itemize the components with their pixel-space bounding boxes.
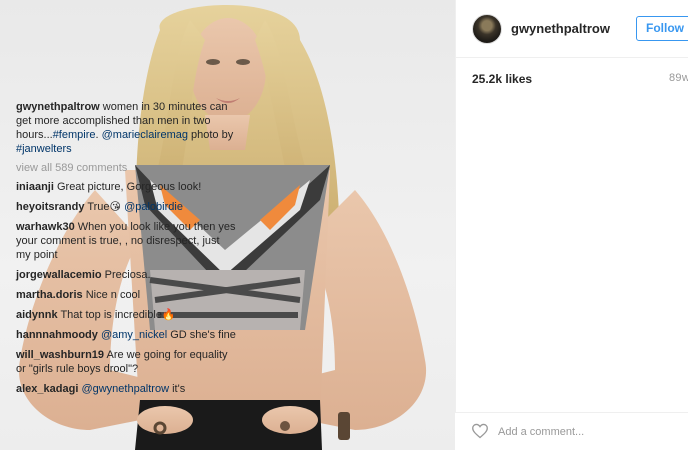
comment-username[interactable]: jorgewallacemio xyxy=(16,269,102,281)
caption-hashtag[interactable]: #fempire xyxy=(53,129,96,141)
likes-count[interactable]: 25.2k likes xyxy=(472,72,532,86)
comment-item: alex_kadagi @gwynethpaltrow it's xyxy=(16,382,236,396)
comment-text: That top is incredible🔥 xyxy=(60,309,176,321)
comment-item: hannnahmoody @amy_nickel GD she's fine xyxy=(16,328,236,342)
comment-username[interactable]: will_washburn19 xyxy=(16,349,104,361)
post-time[interactable]: 89w xyxy=(669,72,688,84)
view-all-comments-link[interactable]: view all 589 comments xyxy=(16,161,236,175)
comment-item: will_washburn19 Are we going for equalit… xyxy=(16,348,236,376)
comment-text: Great picture, Gorgeous look! xyxy=(56,181,202,193)
comment-item: martha.doris Nice n cool xyxy=(16,288,236,302)
comment-username[interactable]: martha.doris xyxy=(16,289,83,301)
caption-mention[interactable]: @marieclairemag xyxy=(102,129,188,141)
comment-item: iniaanji Great picture, Gorgeous look! xyxy=(16,180,236,194)
comment-text: Preciosa. xyxy=(104,269,151,281)
comment-mention[interactable]: @palobirdie xyxy=(124,201,183,213)
comment-username[interactable]: iniaanji xyxy=(16,181,54,193)
add-comment-bar xyxy=(455,412,688,450)
caption-hashtag[interactable]: #janwelters xyxy=(16,143,72,155)
comment-text: True😘 xyxy=(87,201,122,213)
caption-username[interactable]: gwynethpaltrow xyxy=(16,101,100,113)
follow-button[interactable]: Follow xyxy=(636,16,688,41)
caption-photo-by: photo by xyxy=(187,129,234,141)
comment-item: heyoitsrandy True😘 @palobirdie xyxy=(16,200,236,214)
comment-text: Nice n cool xyxy=(85,289,141,301)
heart-outline-icon[interactable] xyxy=(471,423,489,444)
profile-avatar[interactable] xyxy=(472,13,502,44)
post-stats: 25.2k likes 89w xyxy=(456,58,688,100)
post-side-panel: gwynethpaltrow Follow 25.2k likes 89w xyxy=(455,0,688,450)
comment-mention[interactable]: @amy_nickel xyxy=(101,329,167,341)
comment-text: GD she's fine xyxy=(170,329,236,341)
comment-username[interactable]: heyoitsrandy xyxy=(16,201,84,213)
comment-item: jorgewallacemio Preciosa. xyxy=(16,268,236,282)
post-header: gwynethpaltrow Follow xyxy=(456,0,688,58)
comment-item: warhawk30 When you look like you then ye… xyxy=(16,220,236,262)
comment-username[interactable]: alex_kadagi xyxy=(16,383,78,395)
post-username[interactable]: gwynethpaltrow xyxy=(511,21,610,36)
comment-username[interactable]: aidynnk xyxy=(16,309,58,321)
comment-list: gwynethpaltrow women in 30 minutes can g… xyxy=(16,100,236,402)
comment-item: aidynnk That top is incredible🔥 xyxy=(16,308,236,322)
comment-mention[interactable]: @gwynethpaltrow xyxy=(81,383,169,395)
add-comment-input[interactable] xyxy=(498,423,668,441)
comment-username[interactable]: warhawk30 xyxy=(16,221,75,233)
comment-text: it's xyxy=(172,383,186,395)
post-caption: gwynethpaltrow women in 30 minutes can g… xyxy=(16,100,236,156)
comment-username[interactable]: hannnahmoody xyxy=(16,329,98,341)
